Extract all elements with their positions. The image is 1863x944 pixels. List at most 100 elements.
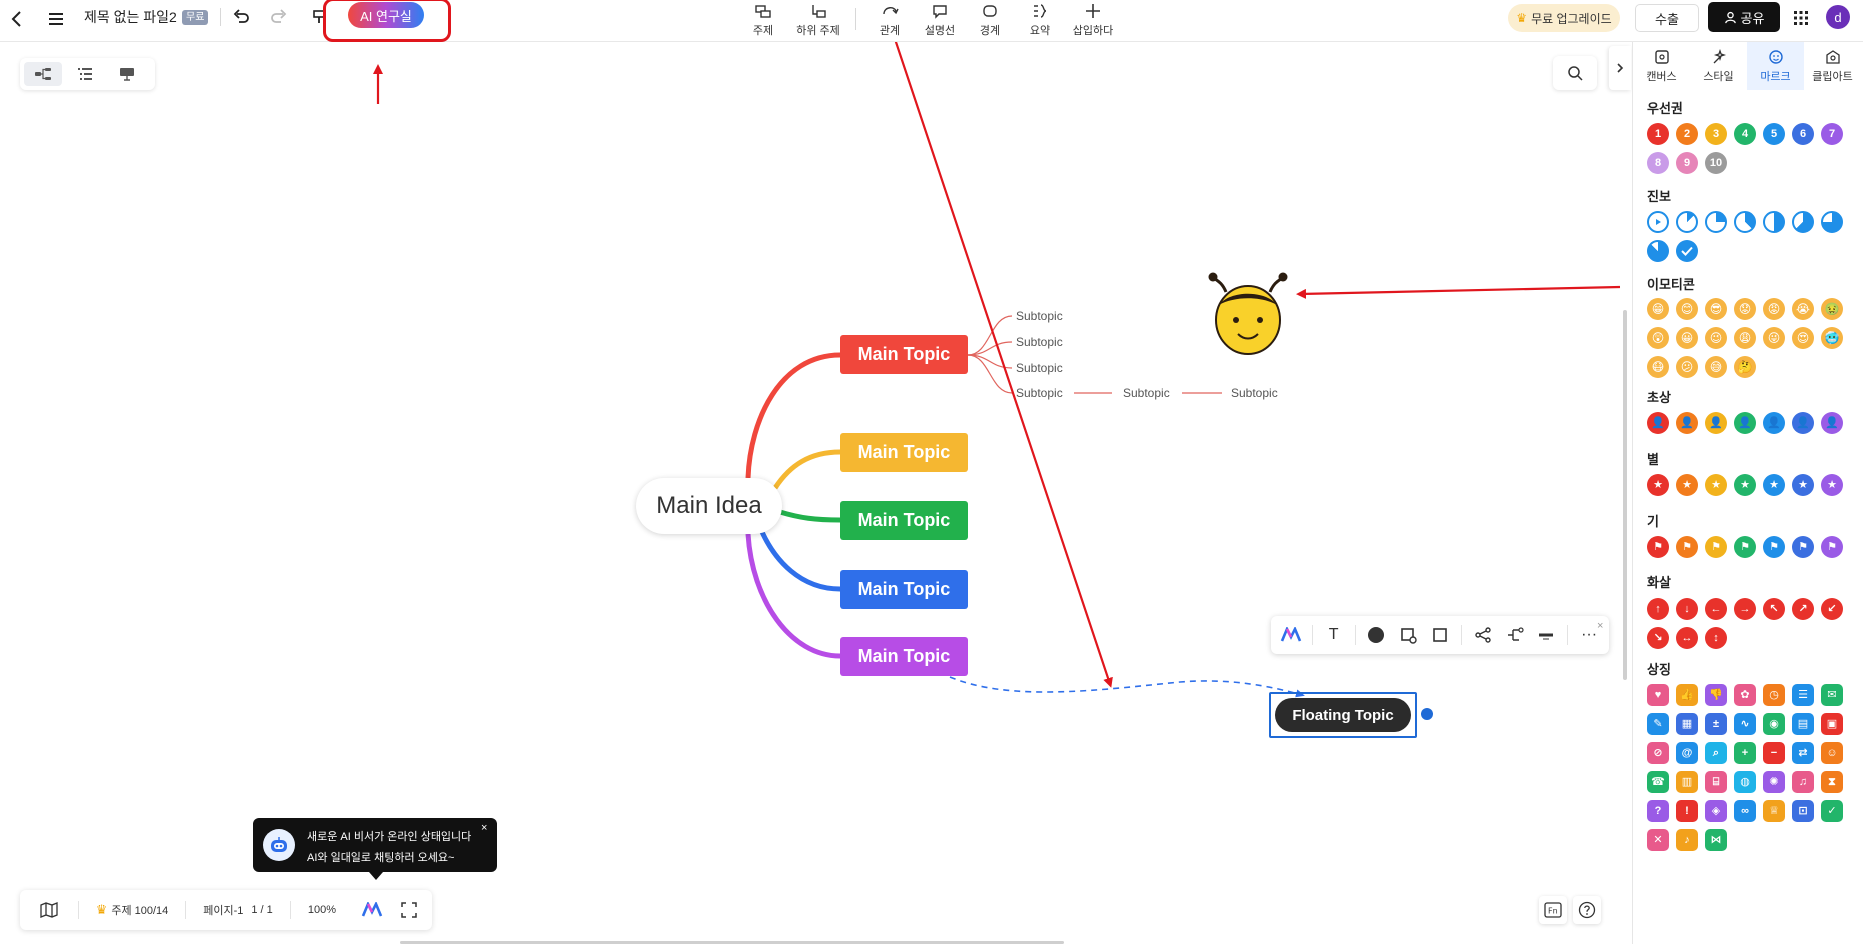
emoji-flag-icon[interactable]: 😜	[1763, 327, 1785, 349]
emoji-sweat-icon[interactable]: 😅	[1705, 356, 1727, 378]
hourglass-icon[interactable]: ⧗	[1821, 771, 1843, 793]
subtopic-node[interactable]: Subtopic	[1231, 386, 1278, 400]
function-key-icon[interactable]: Fn	[1539, 896, 1567, 924]
photo-icon[interactable]: ▣	[1821, 713, 1843, 735]
progress-5-8-icon[interactable]	[1792, 211, 1814, 233]
main-topic-node[interactable]: Main Topic	[840, 433, 968, 472]
bee-clipart[interactable]	[1208, 272, 1288, 355]
person-indigo-icon[interactable]: 👤	[1792, 412, 1814, 434]
person-blue-icon[interactable]: 👤	[1763, 412, 1785, 434]
emoji-smile-icon[interactable]: 😊	[1676, 298, 1698, 320]
vertical-scrollbar[interactable]	[1623, 310, 1627, 680]
apps-grid-icon[interactable]	[1790, 7, 1812, 29]
star-red-icon[interactable]: ★	[1647, 474, 1669, 496]
emoji-sad-icon[interactable]: 😟	[1734, 298, 1756, 320]
text-format-icon[interactable]: T	[1320, 621, 1348, 649]
emoji-think-icon[interactable]: 🤔	[1734, 356, 1756, 378]
back-icon[interactable]	[6, 8, 28, 30]
redo-icon[interactable]	[268, 6, 290, 28]
arrow-up-right-icon[interactable]: ↗	[1792, 598, 1814, 620]
arrow-down-left-icon[interactable]: ↙	[1821, 598, 1843, 620]
avatar[interactable]: d	[1826, 5, 1850, 29]
edit-icon[interactable]: ✎	[1647, 713, 1669, 735]
progress-7-8-icon[interactable]	[1647, 240, 1669, 262]
subtopic-node[interactable]: Subtopic	[1123, 386, 1170, 400]
progress-4-8-icon[interactable]	[1763, 211, 1785, 233]
tab-style[interactable]: 스타일	[1690, 42, 1747, 90]
emoji-tired-icon[interactable]: 😩	[1734, 327, 1756, 349]
question-icon[interactable]: ?	[1647, 800, 1669, 822]
file-title[interactable]: 제목 없는 파일2	[84, 7, 177, 27]
upgrade-button[interactable]: ♛ 무료 업그레이드	[1508, 4, 1620, 32]
person-yellow-icon[interactable]: 👤	[1705, 412, 1727, 434]
star-blue-icon[interactable]: ★	[1763, 474, 1785, 496]
flag-blue-icon[interactable]: ⚑	[1763, 536, 1785, 558]
cross-icon[interactable]: ✕	[1647, 829, 1669, 851]
calculator-icon[interactable]: ±	[1705, 713, 1727, 735]
tab-canvas[interactable]: 캔버스	[1633, 42, 1690, 90]
share-symbol-icon[interactable]: ⇄	[1792, 742, 1814, 764]
export-button[interactable]: 수출	[1635, 4, 1699, 32]
tool-relation[interactable]: 관계	[870, 0, 910, 42]
priority-3-icon[interactable]: 3	[1705, 123, 1727, 145]
floating-topic-node[interactable]: Floating Topic	[1275, 698, 1411, 732]
page-indicator[interactable]: 페이지-1 1 / 1	[186, 890, 290, 930]
star-purple-icon[interactable]: ★	[1821, 474, 1843, 496]
at-icon[interactable]: @	[1676, 742, 1698, 764]
emoji-wink-icon[interactable]: 😉	[1705, 327, 1727, 349]
arrow-left-icon[interactable]: ←	[1705, 598, 1727, 620]
minus-icon[interactable]: −	[1763, 742, 1785, 764]
arrow-right-icon[interactable]: →	[1734, 598, 1756, 620]
progress-1-8-icon[interactable]	[1676, 211, 1698, 233]
forbidden-icon[interactable]: ⊘	[1647, 742, 1669, 764]
floating-topic-selection[interactable]: Floating Topic	[1269, 692, 1417, 738]
tool-boundary[interactable]: 경계	[970, 0, 1010, 42]
arrow-down-right-icon[interactable]: ↘	[1647, 627, 1669, 649]
relationship-line[interactable]	[949, 676, 1305, 698]
person-purple-icon[interactable]: 👤	[1821, 412, 1843, 434]
close-icon[interactable]: ×	[1597, 620, 1603, 632]
main-topic-node[interactable]: Main Topic	[840, 335, 968, 374]
thumbs-down-icon[interactable]: 👎	[1705, 684, 1727, 706]
trophy-icon[interactable]: ♕	[1763, 800, 1785, 822]
emoji-cry-icon[interactable]: 😭	[1792, 298, 1814, 320]
progress-3-8-icon[interactable]	[1734, 211, 1756, 233]
flag-indigo-icon[interactable]: ⚑	[1792, 536, 1814, 558]
priority-6-icon[interactable]: 6	[1792, 123, 1814, 145]
contact-icon[interactable]: ☺	[1821, 742, 1843, 764]
priority-4-icon[interactable]: 4	[1734, 123, 1756, 145]
music-icon[interactable]: ♫	[1792, 771, 1814, 793]
branch-style-icon[interactable]	[1469, 621, 1497, 649]
settings-icon[interactable]: ✺	[1763, 771, 1785, 793]
flag-red-icon[interactable]: ⚑	[1647, 536, 1669, 558]
person-orange-icon[interactable]: 👤	[1676, 412, 1698, 434]
main-topic-node[interactable]: Main Topic	[840, 501, 968, 540]
flag-purple-icon[interactable]: ⚑	[1821, 536, 1843, 558]
flag-orange-icon[interactable]: ⚑	[1676, 536, 1698, 558]
priority-10-icon[interactable]: 10	[1705, 152, 1727, 174]
help-icon[interactable]	[1573, 896, 1601, 924]
fill-color-icon[interactable]	[1363, 621, 1391, 649]
map-icon[interactable]	[20, 890, 78, 930]
emoji-love-icon[interactable]: 😍	[1792, 327, 1814, 349]
arrow-vertical-icon[interactable]: ↕	[1705, 627, 1727, 649]
emoji-happy-icon[interactable]: 😀	[1676, 327, 1698, 349]
tool-callout[interactable]: 설명선	[920, 0, 960, 42]
emoji-angry-icon[interactable]: 😡	[1763, 298, 1785, 320]
link-icon[interactable]: ∞	[1734, 800, 1756, 822]
bowtie-icon[interactable]: ⋈	[1705, 829, 1727, 851]
tool-subtopic[interactable]: 하위 주제	[790, 0, 846, 42]
flag-yellow-icon[interactable]: ⚑	[1705, 536, 1727, 558]
emoji-cold-icon[interactable]: 🥶	[1821, 327, 1843, 349]
tab-clipart[interactable]: 클립아트	[1804, 42, 1861, 90]
lock-icon[interactable]: ⊡	[1792, 800, 1814, 822]
subtopic-node[interactable]: Subtopic	[1016, 386, 1063, 400]
document-icon[interactable]: ☰	[1792, 684, 1814, 706]
share-button[interactable]: 공유	[1708, 2, 1780, 32]
bell-icon[interactable]: ♪	[1676, 829, 1698, 851]
line-style-icon[interactable]	[1532, 621, 1560, 649]
thumbs-up-icon[interactable]: 👍	[1676, 684, 1698, 706]
arrow-down-icon[interactable]: ↓	[1676, 598, 1698, 620]
zoom-level[interactable]: 100%	[291, 890, 353, 930]
fullscreen-icon[interactable]	[391, 890, 427, 930]
